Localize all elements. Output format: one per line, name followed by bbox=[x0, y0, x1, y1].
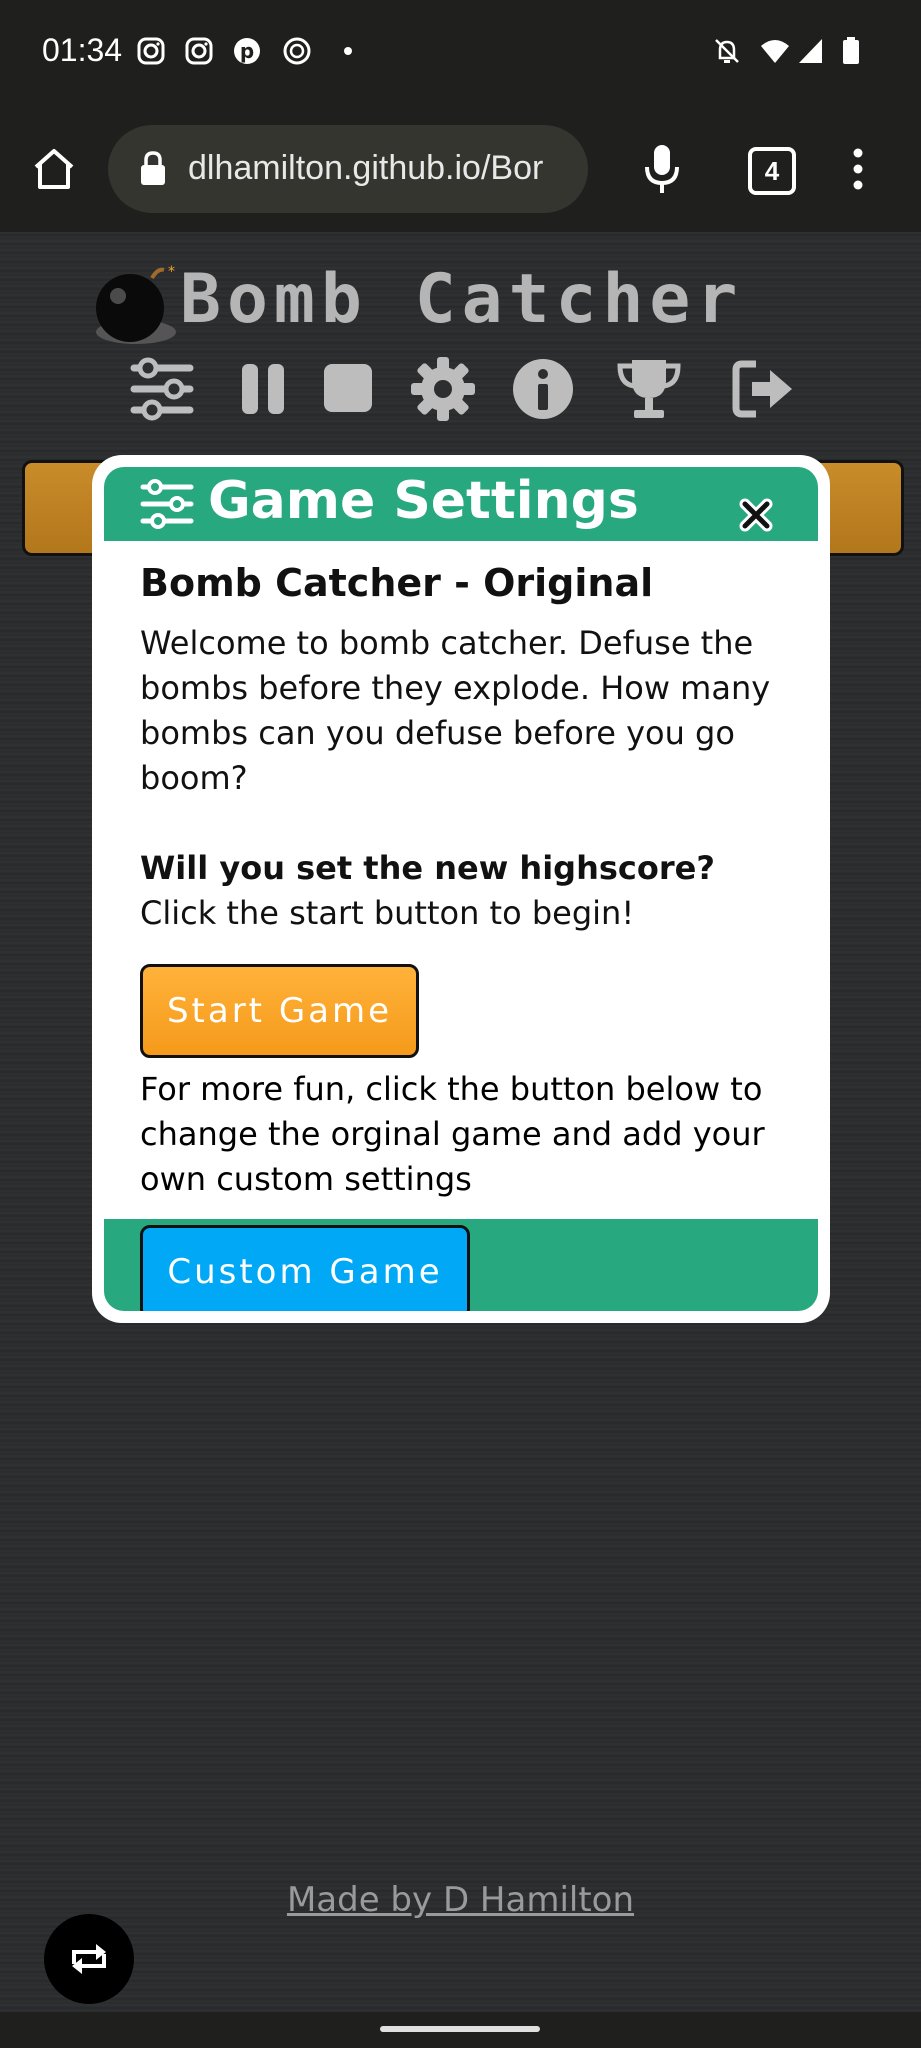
pinterest-icon: p bbox=[234, 38, 260, 64]
start-instruction: Click the start button to begin! bbox=[140, 894, 635, 932]
start-game-button[interactable]: Start Game bbox=[140, 964, 419, 1058]
custom-game-button[interactable]: Custom Game bbox=[140, 1225, 470, 1311]
modal-body: Game Settings Bomb Catcher - Original We… bbox=[104, 467, 818, 1311]
svg-text:p: p bbox=[240, 39, 254, 63]
bomb-logo-icon: * bbox=[96, 264, 176, 344]
system-nav-bar bbox=[0, 2012, 921, 2048]
dot-icon bbox=[344, 47, 352, 55]
svg-text:*: * bbox=[168, 264, 175, 280]
signal-icon bbox=[799, 39, 822, 63]
more-vert-icon[interactable] bbox=[848, 147, 868, 191]
home-icon[interactable] bbox=[30, 145, 78, 193]
stop-icon[interactable] bbox=[316, 354, 386, 424]
info-icon[interactable] bbox=[508, 354, 578, 424]
pause-icon[interactable] bbox=[232, 354, 302, 424]
home-gesture-handle[interactable] bbox=[380, 2026, 540, 2032]
battery-icon bbox=[843, 37, 859, 64]
gear-icon[interactable] bbox=[408, 354, 478, 424]
custom-info-text: For more fun, click the button below to … bbox=[140, 1070, 765, 1198]
sliders-icon[interactable] bbox=[128, 354, 198, 424]
rotate-icon bbox=[72, 1944, 106, 1974]
modal-title: Game Settings bbox=[208, 471, 639, 531]
sliders-icon bbox=[140, 479, 194, 529]
url-text: dlhamilton.github.io/Bor bbox=[188, 149, 544, 187]
rotate-button[interactable] bbox=[44, 1914, 134, 2004]
game-title: Bomb Catcher bbox=[180, 260, 744, 339]
status-time: 01:34 bbox=[42, 32, 123, 68]
instagram-icon bbox=[137, 37, 165, 65]
modal-footer: Custom Game bbox=[104, 1219, 818, 1311]
game-mode-heading: Bomb Catcher - Original bbox=[140, 561, 654, 605]
tab-count: 4 bbox=[764, 156, 780, 186]
bell-off-icon bbox=[715, 39, 739, 63]
highscore-question: Will you set the new highscore? bbox=[140, 849, 715, 887]
threads-icon bbox=[283, 37, 311, 65]
modal-content: Bomb Catcher - Original Welcome to bomb … bbox=[140, 561, 790, 936]
url-bar[interactable]: dlhamilton.github.io/Bor bbox=[108, 125, 588, 213]
game-title-row: * Bomb Catcher bbox=[92, 252, 852, 352]
tabs-icon[interactable]: 4 bbox=[748, 147, 796, 195]
status-bar: 01:34 p bbox=[0, 0, 921, 105]
browser-toolbar: dlhamilton.github.io/Bor 4 bbox=[0, 105, 921, 234]
game-toolbar bbox=[128, 354, 798, 434]
close-icon[interactable] bbox=[738, 497, 774, 533]
footer-credit-link[interactable]: Made by D Hamilton bbox=[0, 1880, 921, 1920]
instagram-icon bbox=[185, 37, 213, 65]
trophy-icon[interactable] bbox=[614, 354, 684, 424]
mic-icon[interactable] bbox=[642, 141, 682, 197]
lock-icon bbox=[141, 151, 165, 185]
modal-header: Game Settings bbox=[104, 467, 818, 541]
exit-icon[interactable] bbox=[728, 354, 798, 424]
intro-text: Welcome to bomb catcher. Defuse the bomb… bbox=[140, 624, 771, 797]
wifi-icon bbox=[761, 40, 789, 63]
game-settings-modal: Game Settings Bomb Catcher - Original We… bbox=[92, 455, 830, 1323]
